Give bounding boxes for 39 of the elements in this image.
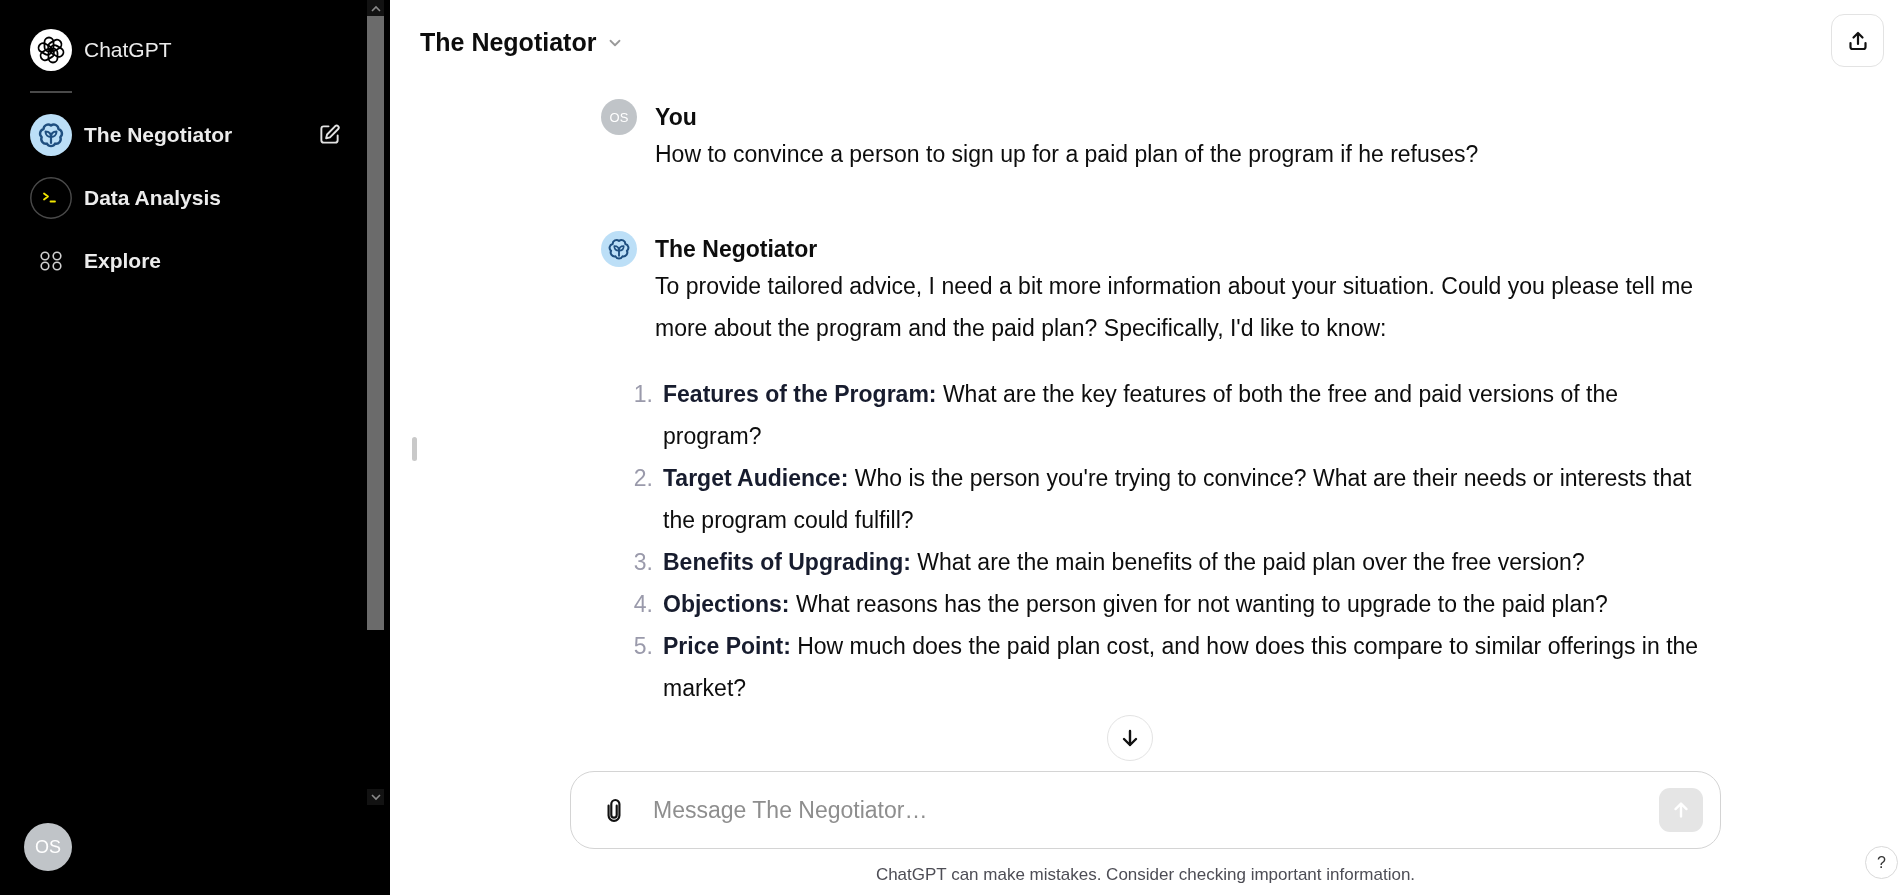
disclaimer-text: ChatGPT can make mistakes. Consider checking important information. (874, 864, 1417, 886)
scrollbar-up-button[interactable] (367, 0, 384, 16)
scrollbar-down-button[interactable] (367, 789, 384, 805)
list-number: 1. (632, 380, 653, 409)
list-item-text: Price Point: How much does the paid plan cost, and how does this compare to similar offerings in the market? (663, 632, 1700, 703)
chevron-up-icon (370, 4, 381, 12)
edit-button[interactable] (318, 123, 341, 146)
share-button[interactable] (1831, 14, 1884, 67)
help-button[interactable]: ? (1865, 846, 1898, 879)
list-number: 5. (632, 632, 653, 661)
list-item-text: Objections: What reasons has the person given for not wanting to upgrade to the paid plan? (663, 590, 1609, 619)
user-avatar: OS (601, 99, 637, 135)
list-number: 2. (632, 464, 653, 493)
message-text: How to convince a person to sign up for a paid plan of the program if he refuses? (655, 140, 1480, 169)
list-item-text: Benefits of Upgrading: What are the main benefits of the paid plan over the free version? (663, 548, 1586, 577)
terminal-avatar-icon (30, 176, 72, 219)
list-item-text: Features of the Program: What are the key features of both the free and paid versions of the program? (663, 380, 1619, 451)
resize-handle[interactable] (412, 437, 417, 461)
grid-icon (40, 250, 62, 271)
composer-box[interactable]: Message The Negotiator… (570, 771, 1721, 849)
chevron-down-icon (370, 793, 381, 801)
message-input[interactable]: Message The Negotiator… (653, 790, 1633, 830)
home-link[interactable]: ChatGPT (30, 19, 172, 81)
scrollbar-thumb[interactable] (367, 16, 384, 630)
list-number: 4. (632, 590, 653, 619)
sidebar-item[interactable]: Data Analysis (30, 176, 341, 219)
sidebar-item[interactable]: Explore (30, 248, 341, 273)
author-name: You (655, 103, 698, 132)
sprout-avatar-icon (601, 231, 637, 267)
scroll-to-bottom-button[interactable] (1106, 715, 1153, 761)
logo-icon (30, 29, 72, 71)
author-name: The Negotiator (655, 235, 819, 264)
message-text: To provide tailored advice, I need a bit more information about your situation. Could you please tell me more about the program and the paid plan? Specifically, I'd like to know: (655, 272, 1695, 343)
sidebar-item[interactable]: The Negotiator (30, 113, 318, 156)
list-number: 3. (632, 548, 653, 577)
sprout-avatar-icon (30, 113, 72, 156)
edit-icon (318, 123, 341, 146)
gpt-menu-button[interactable]: The Negotiator (420, 28, 625, 57)
list-item-text: Target Audience: Who is the person you're trying to convince? What are their needs or interests that the program could fulfill? (663, 464, 1693, 535)
